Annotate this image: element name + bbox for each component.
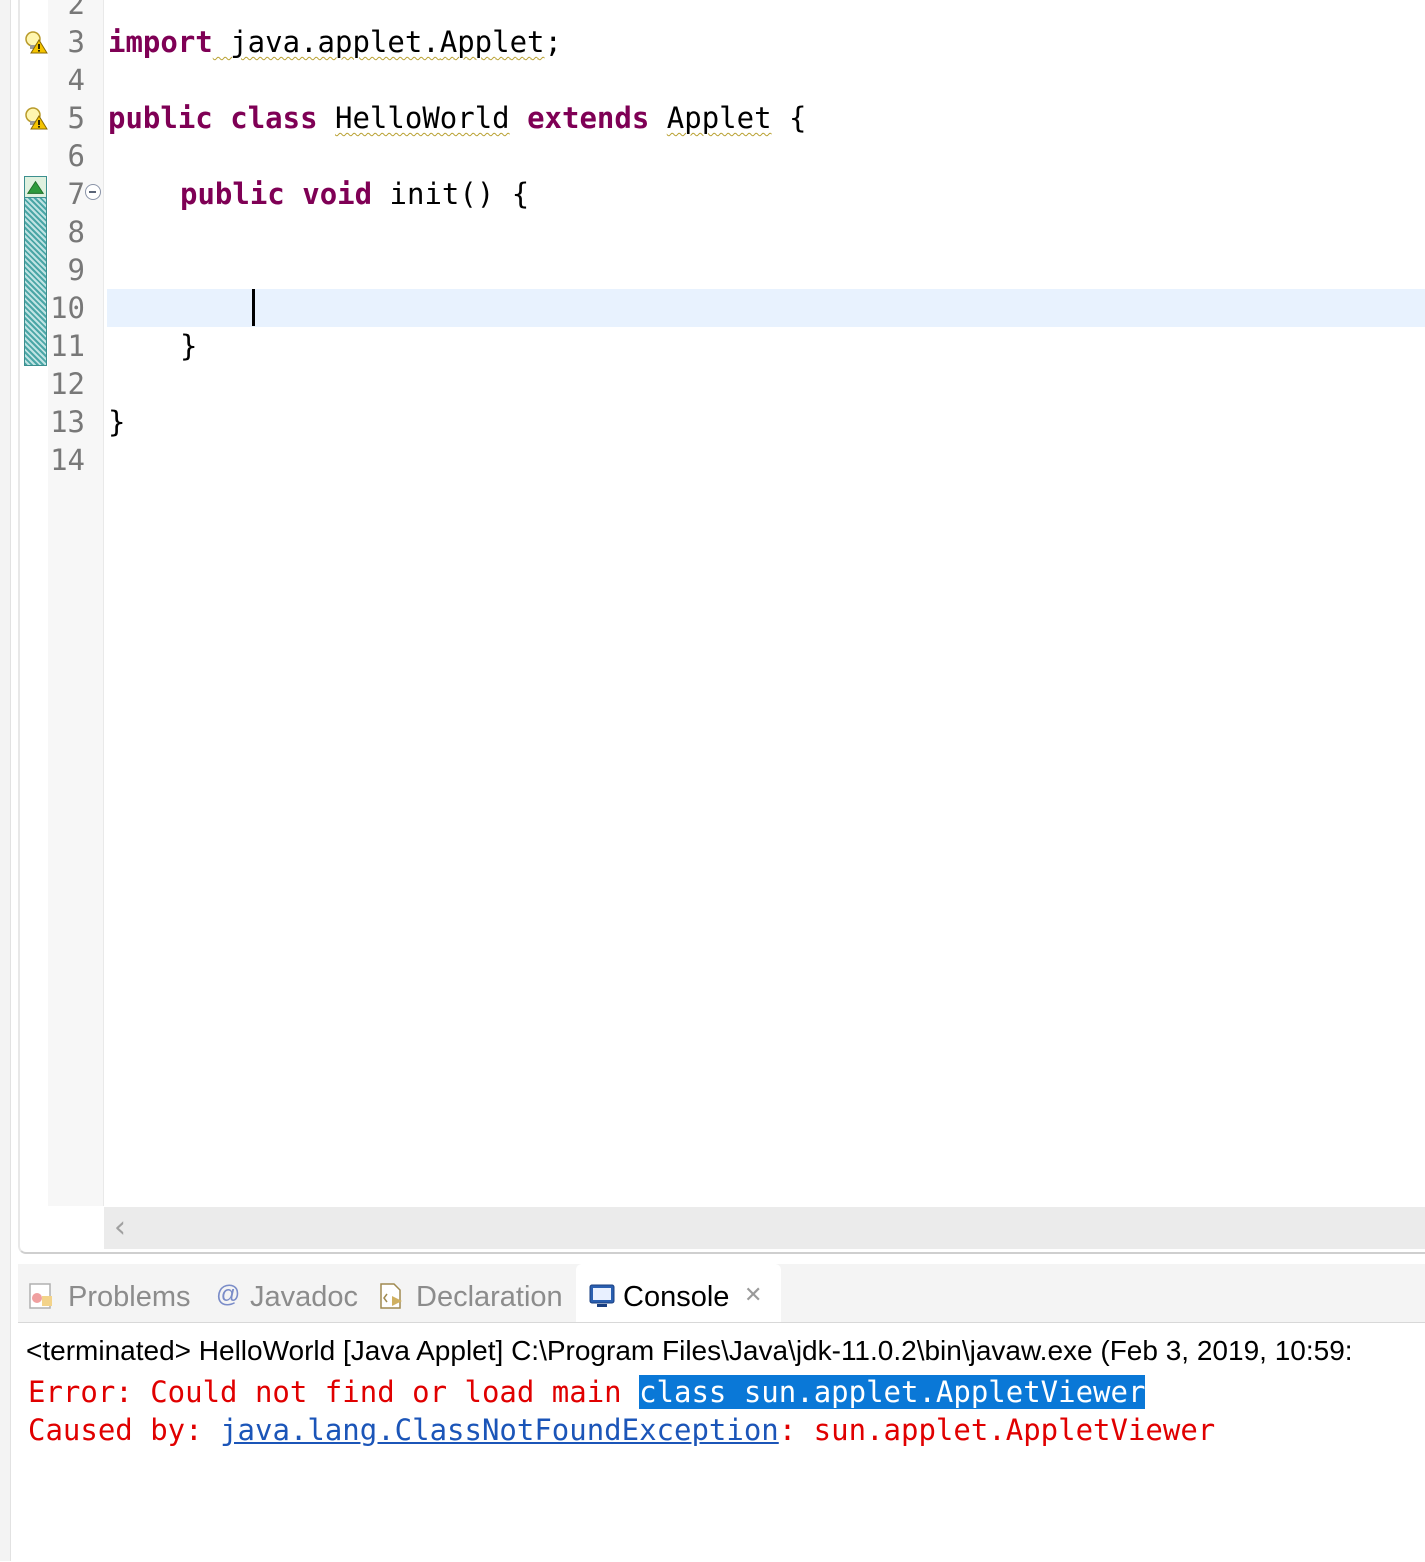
code-line-5[interactable]: public class HelloWorld extends Applet {	[108, 99, 806, 137]
console-icon	[589, 1284, 615, 1307]
line-number: 9	[67, 253, 85, 287]
line-number: 11	[50, 329, 85, 363]
quickfix-warning-icon[interactable]	[24, 30, 48, 54]
line-number-ruler[interactable]: 2 3 4 5 6 7 8 9 10 11 12 13 14	[48, 0, 104, 1206]
scroll-left-arrow-icon[interactable]: ‹	[114, 1213, 126, 1243]
current-line-highlight	[107, 289, 1425, 327]
tab-label: Declaration	[416, 1281, 563, 1313]
close-icon[interactable]: ✕	[744, 1264, 762, 1326]
tab-label: Problems	[68, 1281, 191, 1313]
line-number: 2	[67, 0, 85, 21]
declaration-icon	[380, 1283, 402, 1309]
line-number: 5	[67, 101, 85, 135]
code-line-7[interactable]: public void init() {	[180, 175, 529, 213]
line-number: 12	[50, 367, 85, 401]
window-left-edge	[0, 0, 10, 1561]
code-line-11[interactable]: }	[180, 327, 197, 365]
panel-tab-bar: Problems @ Javadoc Declaration Console ✕	[18, 1264, 1425, 1322]
quickfix-warning-icon[interactable]	[24, 106, 48, 130]
console-status-line: <terminated> HelloWorld [Java Applet] C:…	[26, 1335, 1353, 1366]
window-left-edge-line	[10, 0, 11, 1561]
horizontal-scrollbar[interactable]: ‹	[104, 1207, 1425, 1249]
quick-diff-change-bar	[24, 176, 47, 366]
line-number: 13	[50, 405, 85, 439]
text-caret	[252, 289, 255, 326]
code-line-3[interactable]: import java.applet.Applet;	[108, 23, 562, 61]
line-number: 10	[50, 291, 85, 325]
line-number: 6	[67, 139, 85, 173]
problems-icon	[29, 1283, 52, 1309]
override-marker-icon	[24, 176, 47, 198]
exception-link[interactable]: java.lang.ClassNotFoundException	[220, 1413, 779, 1447]
tab-declaration[interactable]: Declaration	[376, 1264, 581, 1322]
tab-label: Javadoc	[250, 1281, 359, 1313]
at-icon: @	[216, 1281, 241, 1308]
console-caused-line: Caused by: java.lang.ClassNotFoundExcept…	[28, 1413, 1216, 1447]
code-line-13[interactable]: }	[108, 403, 125, 441]
line-number: 3	[67, 25, 85, 59]
line-number: 8	[67, 215, 85, 249]
line-number: 7	[67, 177, 85, 211]
console-error-line: Error: Could not find or load main class…	[28, 1375, 1146, 1409]
tab-problems[interactable]: Problems	[26, 1264, 211, 1322]
line-number: 14	[50, 443, 85, 477]
console-output[interactable]: <terminated> HelloWorld [Java Applet] C:…	[18, 1322, 1425, 1562]
bottom-panel: Problems @ Javadoc Declaration Console ✕…	[18, 1264, 1425, 1561]
tab-javadoc[interactable]: @ Javadoc	[214, 1264, 374, 1322]
selected-text: class sun.applet.AppletViewer	[639, 1375, 1146, 1409]
fold-collapse-icon[interactable]	[85, 184, 101, 200]
tab-console[interactable]: Console ✕	[576, 1264, 781, 1322]
line-number: 4	[67, 63, 85, 97]
tab-label: Console	[623, 1281, 730, 1313]
